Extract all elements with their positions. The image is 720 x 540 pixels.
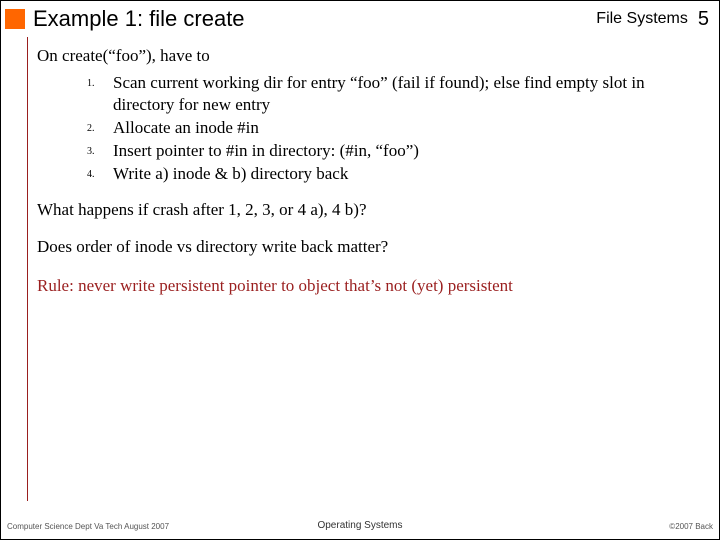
step-text: Allocate an inode #in	[113, 117, 705, 138]
slide: Example 1: file create File Systems 5 On…	[0, 0, 720, 540]
rule-text: Rule: never write persistent pointer to …	[37, 275, 705, 296]
list-item: 4. Write a) inode & b) directory back	[87, 163, 705, 184]
step-number: 1.	[87, 72, 113, 115]
footer-center: Operating Systems	[1, 520, 719, 531]
list-item: 3. Insert pointer to #in in directory: (…	[87, 140, 705, 161]
step-number: 4.	[87, 163, 113, 184]
step-text: Write a) inode & b) directory back	[113, 163, 705, 184]
list-item: 2. Allocate an inode #in	[87, 117, 705, 138]
slide-title: Example 1: file create	[33, 6, 596, 32]
vertical-rule	[27, 37, 28, 501]
page-number: 5	[698, 8, 709, 31]
steps-list: 1. Scan current working dir for entry “f…	[87, 72, 705, 184]
question-1: What happens if crash after 1, 2, 3, or …	[37, 199, 705, 220]
footer-right: ©2007 Back	[669, 522, 713, 531]
slide-header: Example 1: file create File Systems 5	[1, 1, 719, 37]
step-text: Scan current working dir for entry “foo”…	[113, 72, 705, 115]
list-item: 1. Scan current working dir for entry “f…	[87, 72, 705, 115]
step-text: Insert pointer to #in in directory: (#in…	[113, 140, 705, 161]
question-2: Does order of inode vs directory write b…	[37, 236, 705, 257]
slide-footer: Computer Science Dept Va Tech August 200…	[1, 509, 719, 533]
slide-body: On create(“foo”), have to 1. Scan curren…	[37, 45, 705, 312]
lead-text: On create(“foo”), have to	[37, 45, 705, 66]
step-number: 2.	[87, 117, 113, 138]
unit-label: File Systems	[596, 10, 688, 28]
step-number: 3.	[87, 140, 113, 161]
title-bullet-icon	[5, 9, 25, 29]
